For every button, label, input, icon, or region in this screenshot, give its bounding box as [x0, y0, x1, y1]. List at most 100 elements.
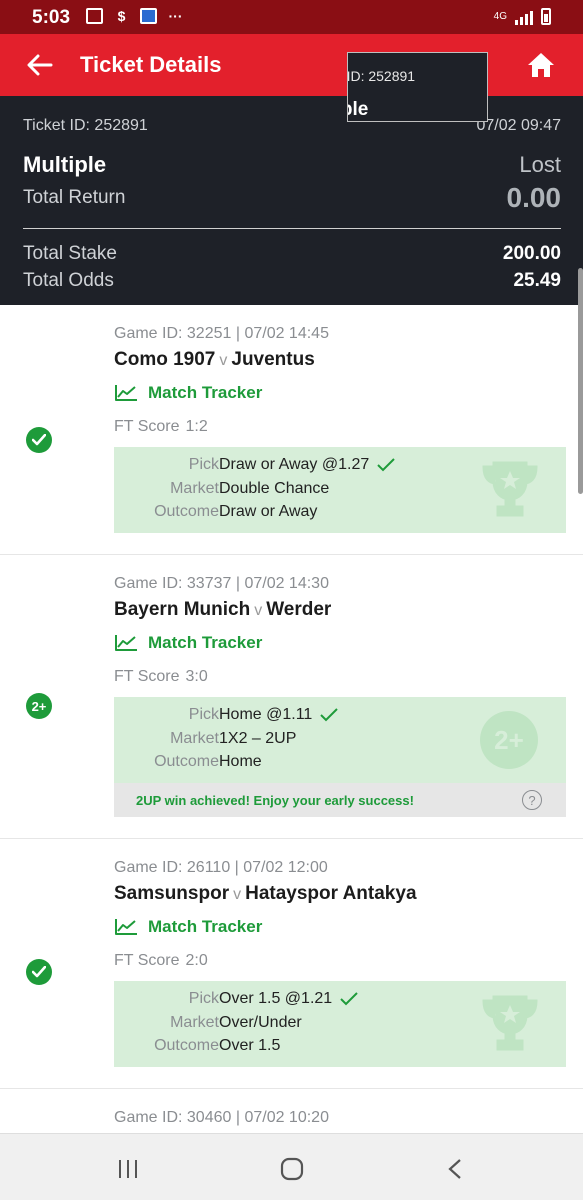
recent-apps-icon	[119, 1160, 137, 1178]
match-tracker-link[interactable]: Match Tracker	[114, 633, 262, 653]
chart-line-icon	[115, 919, 137, 935]
market-value: Over/Under	[219, 1014, 302, 1031]
game-meta: Game ID: 30460 | 07/02 10:20	[114, 1109, 329, 1126]
game-card: Game ID: 30460 | 07/02 10:20	[0, 1089, 583, 1133]
home-team: Bayern Munich	[114, 599, 251, 620]
check-icon	[320, 708, 339, 722]
status-time: 5:03	[32, 7, 71, 28]
pick-details: Pick Over 1.5 @1.21 Market Over/Under Ou…	[114, 981, 566, 1067]
game-card: 2+ Game ID: 33737 | 07/02 14:30 Bayern M…	[0, 555, 583, 839]
page-title: Ticket Details	[80, 52, 222, 77]
app-icon	[140, 8, 157, 24]
versus-label: v	[233, 886, 242, 903]
ticket-type: Multiple	[23, 152, 107, 177]
home-button[interactable]	[521, 48, 561, 82]
away-team: Werder	[266, 599, 332, 620]
match-tracker-label: Match Tracker	[148, 633, 263, 652]
outcome-label: Outcome	[154, 1037, 219, 1054]
pick-label: Pick	[188, 456, 219, 473]
back-chevron-icon	[448, 1159, 461, 1179]
ticket-date: 07/02 09:47	[476, 117, 561, 134]
match-tracker-label: Match Tracker	[148, 917, 263, 936]
check-icon	[377, 458, 395, 472]
ft-score-label: FT Score	[114, 668, 180, 685]
system-nav-bar	[0, 1133, 583, 1200]
game-meta: Game ID: 33737 | 07/02 14:30	[114, 575, 329, 592]
overlay-ticket-id: ket ID: 252891	[347, 68, 416, 84]
ft-score-value: 1:2	[185, 418, 208, 435]
ft-score: FT Score 1:2	[114, 418, 208, 436]
ft-score: FT Score 2:0	[114, 952, 208, 970]
pick-value: Draw or Away @1.27	[219, 456, 395, 474]
chart-line-icon	[115, 385, 137, 401]
match-tracker-link[interactable]: Match Tracker	[114, 917, 262, 937]
back-button[interactable]	[22, 48, 58, 82]
ft-score-label: FT Score	[114, 952, 180, 969]
check-icon	[340, 992, 358, 1006]
outcome-value: Draw or Away	[219, 503, 318, 520]
image-icon	[86, 8, 103, 24]
ft-score: FT Score 3:0	[114, 668, 208, 686]
home-circle-icon	[280, 1157, 304, 1181]
status-icons-left: $ ···	[86, 8, 184, 24]
two-up-icon: 2+	[26, 693, 52, 719]
pick-value: Over 1.5 @1.21	[219, 990, 358, 1008]
total-stake-value: 200.00	[502, 243, 561, 264]
market-label: Market	[170, 730, 219, 747]
versus-label: v	[254, 602, 263, 619]
ft-score-label: FT Score	[114, 418, 180, 435]
versus-label: v	[219, 352, 228, 369]
two-up-banner-text: 2UP win achieved! Enjoy your early succe…	[136, 793, 414, 808]
outcome-label: Outcome	[154, 753, 219, 770]
battery-icon	[541, 8, 551, 25]
outcome-label: Outcome	[154, 503, 219, 520]
total-odds-value: 25.49	[513, 270, 561, 291]
trophy-icon	[482, 995, 538, 1051]
pick-value-text: Draw or Away @1.27	[219, 456, 370, 473]
home-team: Como 1907	[114, 349, 216, 370]
two-up-icon: 2+	[480, 711, 538, 769]
game-meta: Game ID: 32251 | 07/02 14:45	[114, 325, 329, 342]
app-bar: Ticket Details	[0, 34, 583, 96]
status-bar: 5:03 $ ··· 4G	[0, 0, 583, 34]
arrow-left-icon	[27, 54, 53, 76]
away-team: Hatayspor Antakya	[245, 883, 417, 904]
chart-line-icon	[115, 635, 137, 651]
summary-divider	[23, 228, 561, 229]
match-tracker-link[interactable]: Match Tracker	[114, 383, 262, 403]
game-card: Game ID: 26110 | 07/02 12:00 Samsunspor v…	[0, 839, 583, 1089]
game-teams: Como 1907 v Juventus	[114, 349, 315, 371]
check-circle-icon	[26, 427, 52, 453]
market-label: Market	[170, 480, 219, 497]
home-team: Samsunspor	[114, 883, 230, 904]
ticket-status: Lost	[519, 152, 561, 177]
ticket-summary: Ticket ID: 252891 07/02 09:47 Multiple L…	[0, 96, 583, 305]
scrollbar-thumb[interactable]	[578, 268, 583, 494]
more-dots-icon: ···	[168, 8, 183, 24]
two-up-badge-text: 2+	[31, 698, 47, 714]
recent-apps-button[interactable]	[108, 1154, 148, 1184]
two-up-banner: 2UP win achieved! Enjoy your early succe…	[114, 783, 566, 817]
game-meta: Game ID: 26110 | 07/02 12:00	[114, 859, 328, 876]
market-label: Market	[170, 1014, 219, 1031]
help-circle-icon[interactable]: ?	[522, 790, 542, 810]
sticky-summary-overlay: ket ID: 252891 ltiple	[347, 52, 488, 122]
pick-details: Pick Draw or Away @1.27 Market Double Ch…	[114, 447, 566, 533]
outcome-value: Home	[219, 753, 262, 770]
match-tracker-label: Match Tracker	[148, 383, 263, 402]
pick-details: Pick Home @1.11 Market 1X2 – 2UP Outcome…	[114, 697, 566, 783]
trophy-icon	[482, 461, 538, 517]
pick-value-text: Home @1.11	[219, 706, 313, 723]
total-stake-label: Total Stake	[23, 243, 117, 264]
home-nav-button[interactable]	[272, 1154, 312, 1184]
overlay-ticket-type: ltiple	[348, 99, 369, 120]
back-nav-button[interactable]	[435, 1154, 475, 1184]
network-label: 4G	[493, 11, 507, 22]
ft-score-value: 3:0	[185, 668, 208, 685]
signal-icon	[515, 9, 533, 25]
check-circle-icon	[26, 959, 52, 985]
game-teams: Bayern Munich v Werder	[114, 599, 331, 621]
ft-score-value: 2:0	[185, 952, 208, 969]
pick-label: Pick	[188, 706, 219, 723]
game-teams: Samsunspor v Hatayspor Antakya	[114, 883, 417, 905]
